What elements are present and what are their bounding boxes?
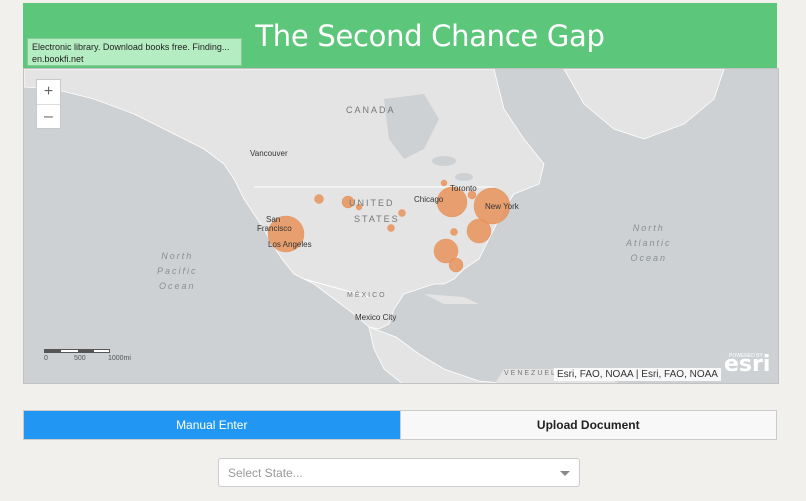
bubble-florida [448, 257, 464, 273]
map-attribution: Esri, FAO, NOAA | Esri, FAO, NOAA [554, 368, 721, 381]
scale-tick-500: 500 [74, 355, 86, 362]
state-select[interactable]: Select State... [218, 458, 580, 487]
state-select-placeholder: Select State... [228, 465, 303, 480]
input-mode-tabs: Manual Enter Upload Document [23, 410, 777, 440]
zoom-in-button[interactable]: + [37, 80, 60, 104]
map-view[interactable]: + – CANADA UNITED STATES MÉXICO VENEZUEL… [23, 68, 779, 384]
bubble-nevada [314, 194, 324, 204]
page-title: The Second Chance Gap [255, 18, 605, 53]
tab-upload-document[interactable]: Upload Document [399, 411, 776, 439]
bubble-virginia [466, 218, 492, 244]
zoom-out-button[interactable]: – [37, 104, 60, 128]
bubble-tennessee [450, 228, 458, 236]
ocean-label-atlantic: North Atlantic Ocean [626, 223, 672, 263]
link-tooltip: Electronic library. Download books free.… [27, 38, 242, 66]
city-label-sf-1: San [266, 215, 281, 224]
city-label-vancouver: Vancouver [250, 149, 288, 158]
chevron-down-icon [560, 471, 570, 476]
scale-tick-1000: 1000mi [108, 355, 131, 362]
city-label-toronto: Toronto [450, 184, 477, 193]
city-label-chicago: Chicago [414, 195, 444, 204]
country-label-mexico: MÉXICO [347, 292, 387, 299]
city-label-mexico-city: Mexico City [355, 313, 397, 322]
country-label-us-1: UNITED [349, 198, 395, 208]
tooltip-line1: Electronic library. Download books free.… [32, 42, 230, 52]
country-label-canada: CANADA [346, 105, 396, 115]
ocean-label-pacific: North Pacific Ocean [157, 251, 198, 291]
city-label-sf-2: Francisco [257, 224, 292, 233]
country-label-us-2: STATES [354, 214, 400, 224]
greenland-land [563, 69, 725, 140]
city-label-los-angeles: Los Angeles [268, 240, 312, 249]
esri-logo: esri [724, 352, 771, 377]
zoom-control: + – [36, 79, 61, 129]
scale-tick-0: 0 [44, 355, 48, 362]
city-label-new-york: New York [485, 202, 519, 211]
bubble-texas [387, 224, 395, 232]
bubble-michigan [440, 179, 448, 187]
tab-manual-enter[interactable]: Manual Enter [24, 411, 400, 439]
cuba-land [424, 294, 479, 304]
map-scale-bar: 0 500 1000mi [44, 349, 164, 365]
tooltip-line2: en.bookfi.net [32, 54, 84, 64]
